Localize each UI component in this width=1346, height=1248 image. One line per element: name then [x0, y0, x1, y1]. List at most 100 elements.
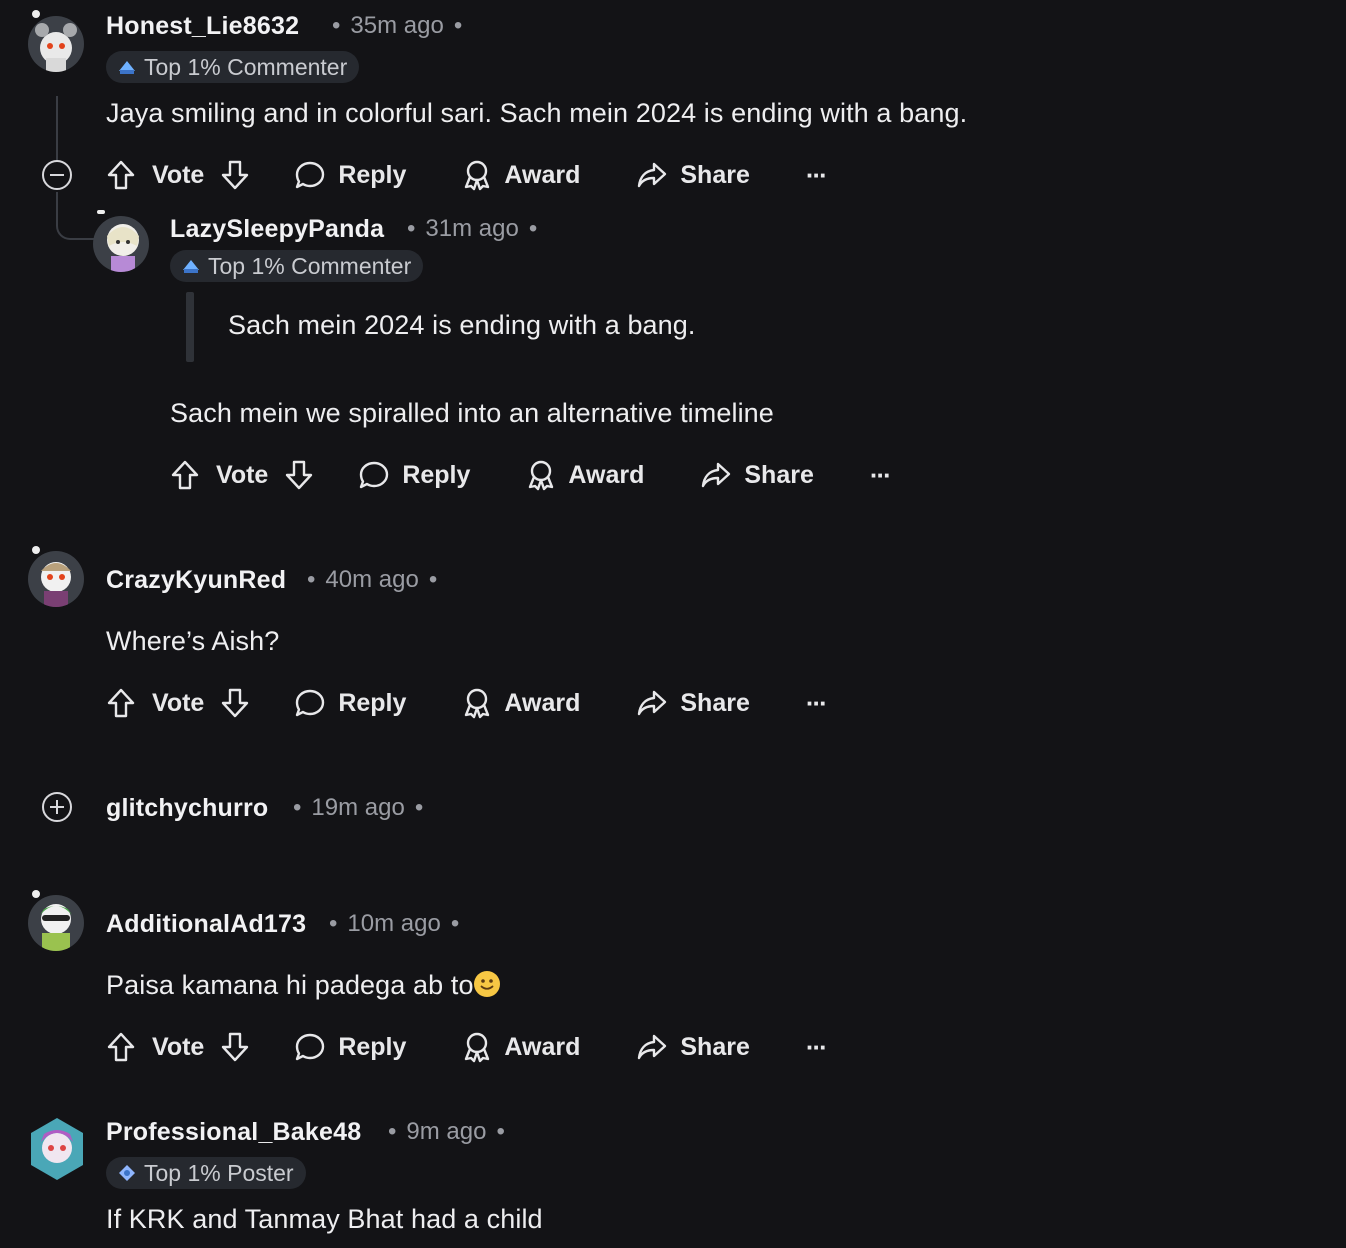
share-arrow-icon: [638, 1034, 667, 1060]
avatar[interactable]: [28, 1116, 86, 1182]
share-label: Share: [680, 160, 750, 189]
downvote-arrow-icon: [222, 688, 249, 718]
share-arrow-icon: [638, 690, 667, 716]
comment-actions: Vote Reply Award Share ···: [106, 683, 828, 723]
share-button[interactable]: Share: [700, 459, 814, 491]
online-dot: [32, 10, 40, 18]
timestamp[interactable]: 9m ago: [406, 1118, 486, 1145]
upvote-button[interactable]: [106, 159, 136, 191]
share-arrow-icon: [702, 462, 731, 488]
avatar[interactable]: [93, 216, 149, 272]
award-label: Award: [504, 688, 581, 717]
share-button[interactable]: Share: [636, 1031, 750, 1063]
reply-label: Reply: [402, 460, 471, 489]
share-arrow-icon: [638, 162, 667, 188]
separator: •: [414, 794, 424, 821]
separator: •: [329, 910, 338, 937]
comment-text: Paisa kamana hi padega ab to: [106, 970, 474, 1000]
username[interactable]: Honest_Lie8632: [106, 12, 299, 41]
avatar[interactable]: [28, 895, 84, 951]
comment-actions: Vote Reply Award Share ···: [106, 1027, 828, 1067]
comment-meta: • 10m ago •: [319, 910, 469, 938]
flair-text: Top 1% Poster: [144, 1159, 294, 1186]
user-flair: Top 1% Poster: [106, 1157, 306, 1189]
vote-count: Vote: [216, 460, 269, 489]
timestamp[interactable]: 35m ago: [350, 12, 443, 39]
flair-icon: [119, 1165, 135, 1181]
reply-button[interactable]: Reply: [294, 687, 406, 719]
username[interactable]: glitchychurro: [106, 794, 268, 823]
ellipsis-icon: ···: [869, 459, 892, 490]
award-ribbon-icon: [465, 688, 490, 719]
award-button[interactable]: Award: [462, 687, 580, 719]
reply-button[interactable]: Reply: [294, 159, 406, 191]
username[interactable]: CrazyKyunRed: [106, 566, 286, 595]
blockquote-bar: [186, 292, 194, 362]
share-label: Share: [680, 1032, 750, 1061]
expand-button[interactable]: [42, 792, 72, 822]
separator: •: [388, 1118, 397, 1145]
award-label: Award: [504, 1032, 581, 1061]
more-options-button[interactable]: ···: [869, 459, 892, 491]
timestamp[interactable]: 10m ago: [347, 910, 440, 937]
upvote-button[interactable]: [106, 1031, 136, 1063]
separator: •: [453, 12, 463, 39]
speech-bubble-icon: [360, 461, 389, 489]
award-button[interactable]: Award: [462, 1031, 580, 1063]
minus-circle-icon: [50, 174, 64, 176]
more-options-button[interactable]: ···: [806, 1032, 828, 1063]
share-button[interactable]: Share: [636, 687, 750, 719]
ellipsis-icon: ···: [805, 159, 828, 190]
share-button[interactable]: Share: [636, 159, 750, 191]
separator: •: [428, 566, 438, 593]
collapse-button[interactable]: [42, 160, 72, 190]
reply-button[interactable]: Reply: [294, 1031, 406, 1063]
downvote-button[interactable]: [220, 159, 250, 191]
comment-body: Where’s Aish?: [106, 626, 280, 656]
downvote-button[interactable]: [220, 687, 250, 719]
separator: •: [332, 12, 341, 39]
award-button[interactable]: Award: [526, 459, 644, 491]
online-dot: [32, 546, 40, 554]
thread-connector: [56, 192, 96, 240]
separator: •: [293, 794, 302, 821]
award-ribbon-icon: [465, 1032, 490, 1063]
user-flair: Top 1% Commenter: [106, 51, 360, 83]
downvote-button[interactable]: [220, 1031, 250, 1063]
timestamp[interactable]: 19m ago: [311, 794, 404, 821]
reply-label: Reply: [338, 160, 407, 189]
upvote-button[interactable]: [170, 459, 200, 491]
upvote-arrow-icon: [171, 460, 199, 490]
ellipsis-icon: ···: [805, 687, 828, 718]
upvote-button[interactable]: [106, 687, 136, 719]
separator: •: [496, 1118, 505, 1145]
reply-button[interactable]: Reply: [358, 459, 470, 491]
award-button[interactable]: Award: [462, 159, 580, 191]
timestamp[interactable]: 40m ago: [325, 566, 418, 593]
thread-line: [56, 96, 58, 160]
award-ribbon-icon: [529, 460, 554, 491]
more-options-button[interactable]: ···: [805, 687, 828, 719]
avatar[interactable]: [28, 16, 84, 72]
separator: •: [307, 566, 316, 593]
comment-meta: • 19m ago •: [283, 794, 433, 822]
vote-count: Vote: [152, 1032, 205, 1061]
downvote-button[interactable]: [284, 459, 314, 491]
reply-label: Reply: [338, 688, 407, 717]
slightly-smiling-face-emoji-icon: [473, 971, 500, 997]
comment-actions: Vote Reply Award Share ···: [106, 155, 828, 195]
vote-count: Vote: [152, 160, 205, 189]
username[interactable]: AdditionalAd173: [106, 910, 306, 939]
timestamp[interactable]: 31m ago: [425, 215, 518, 242]
username[interactable]: LazySleepyPanda: [170, 215, 384, 244]
downvote-arrow-icon: [286, 460, 313, 490]
comment-body: Jaya smiling and in colorful sari. Sach …: [106, 98, 968, 128]
separator: •: [407, 215, 416, 242]
avatar[interactable]: [28, 551, 84, 607]
blockquote-text: Sach mein 2024 is ending with a bang.: [228, 310, 696, 340]
award-label: Award: [568, 460, 645, 489]
username[interactable]: Professional_Bake48: [106, 1118, 361, 1147]
more-options-button[interactable]: ···: [805, 159, 828, 191]
vote-count: Vote: [152, 688, 205, 717]
downvote-arrow-icon: [222, 1032, 249, 1062]
